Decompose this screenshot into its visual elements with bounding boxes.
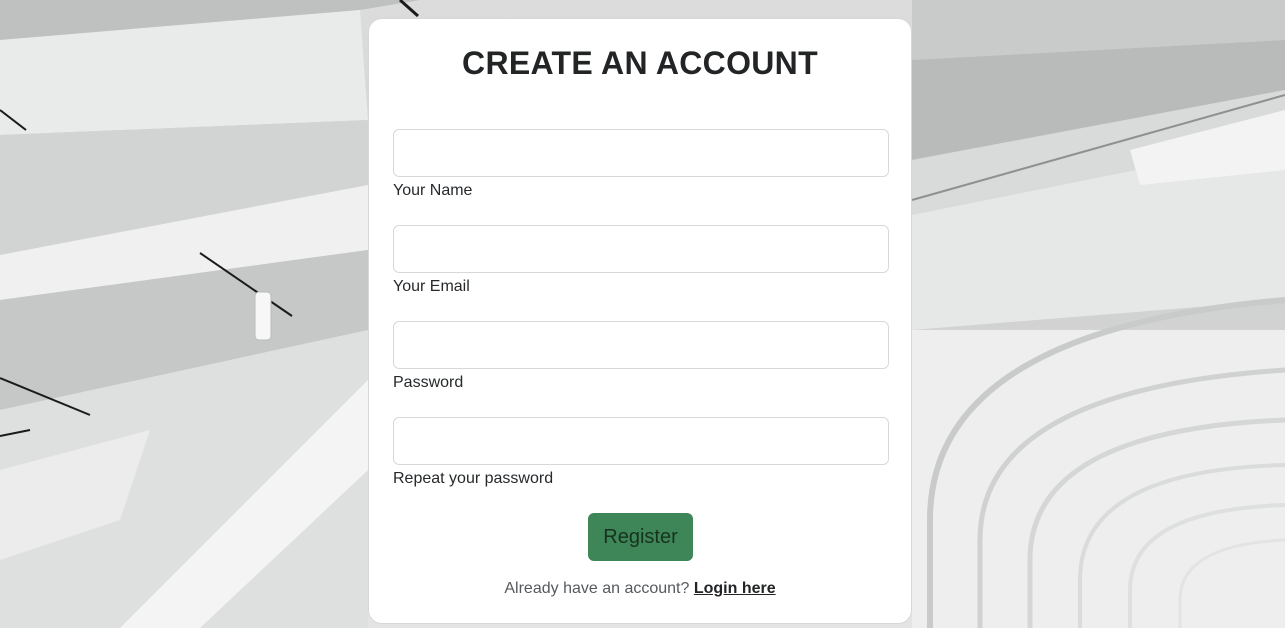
repeat-password-label: Repeat your password <box>393 470 554 487</box>
login-prompt: Already have an account? Login here <box>369 580 911 598</box>
repeat-password-field-group: Repeat your password <box>393 417 889 489</box>
email-field-group: Your Email <box>393 225 889 297</box>
login-prompt-text: Already have an account? <box>504 580 690 597</box>
email-input[interactable] <box>393 225 889 273</box>
password-label: Password <box>393 374 464 391</box>
name-input[interactable] <box>393 129 889 177</box>
page-title: CREATE AN ACCOUNT <box>462 45 818 81</box>
email-label: Your Email <box>393 278 470 295</box>
password-field-group: Password <box>393 321 889 393</box>
name-field-group: Your Name <box>393 129 889 201</box>
name-label: Your Name <box>393 182 473 199</box>
repeat-password-input[interactable] <box>393 417 889 465</box>
register-card: CREATE AN ACCOUNT Your Name Your Email P… <box>368 18 912 624</box>
password-input[interactable] <box>393 321 889 369</box>
login-link[interactable]: Login here <box>694 580 776 597</box>
register-button[interactable]: Register <box>588 513 693 561</box>
